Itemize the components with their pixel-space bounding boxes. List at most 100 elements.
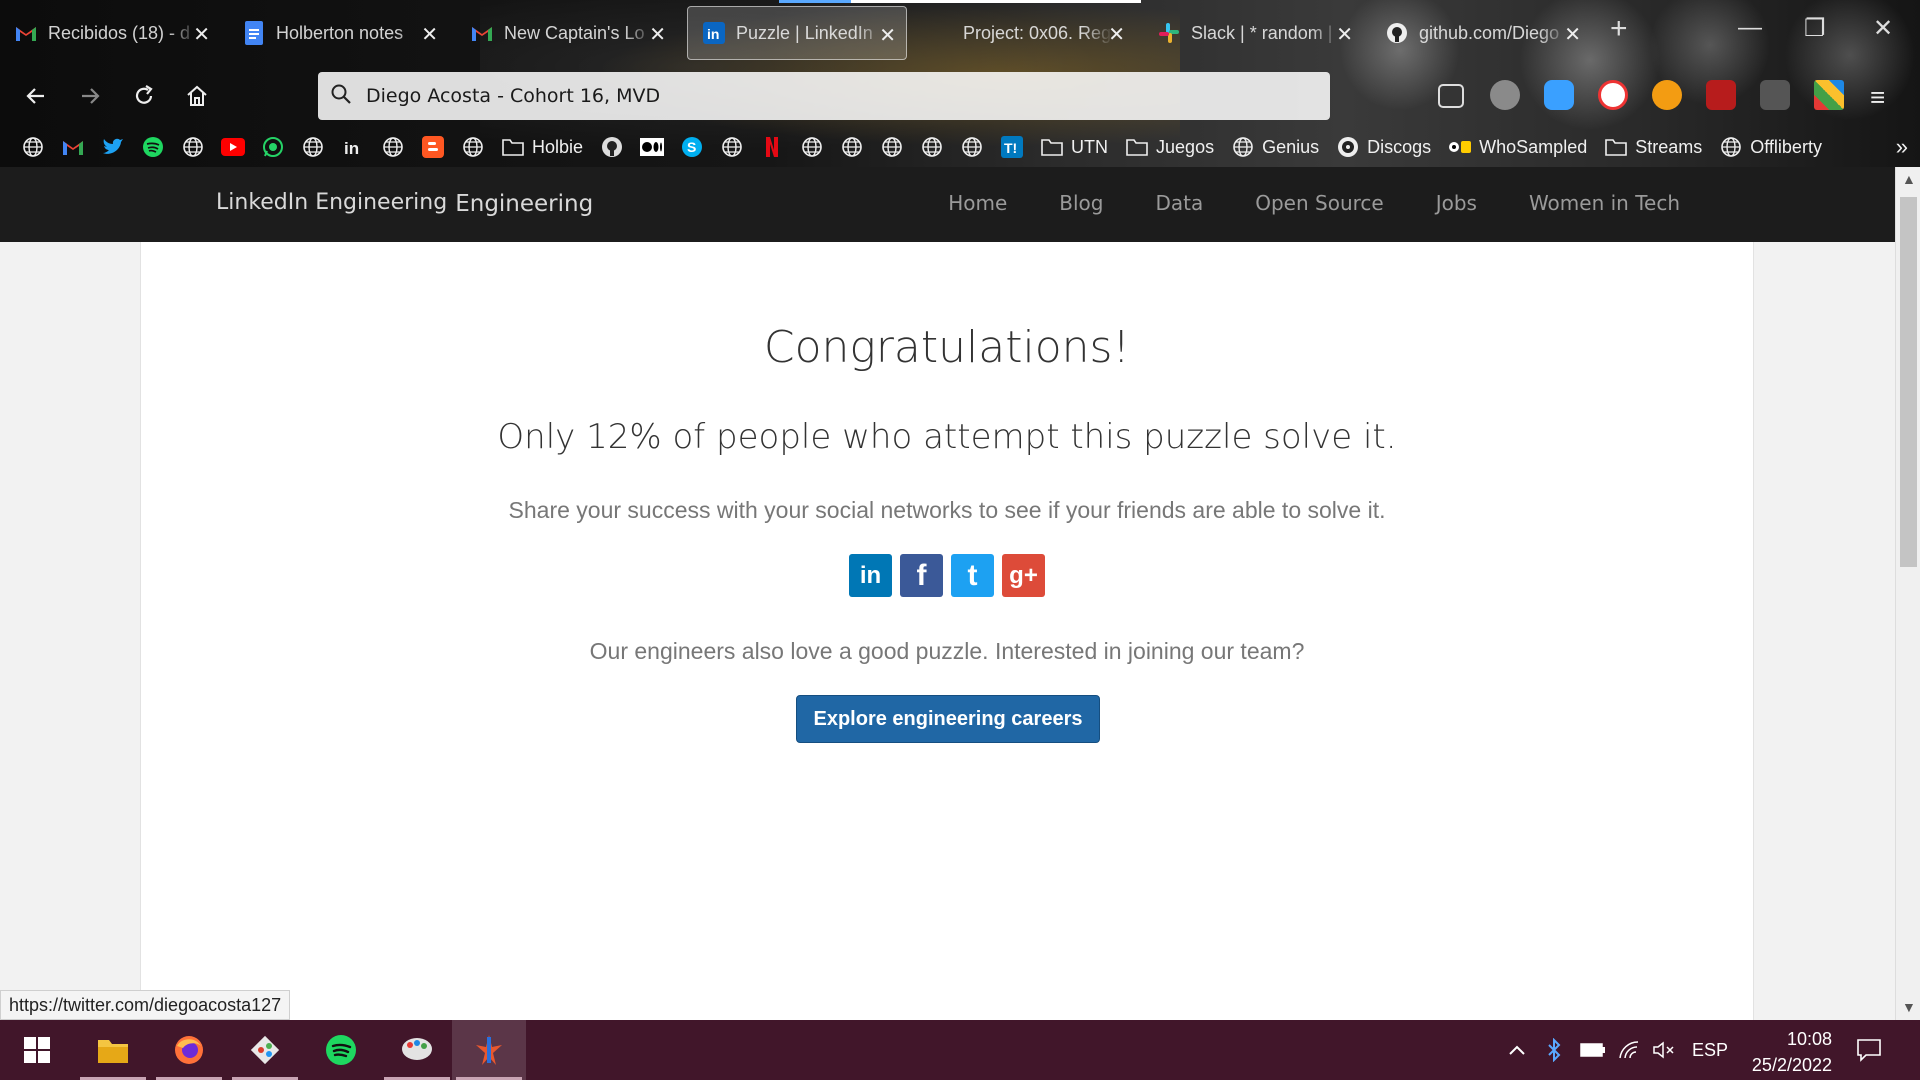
nav-link-open-source[interactable]: Open Source	[1255, 191, 1383, 215]
adblock-icon[interactable]	[1598, 80, 1628, 110]
nav-link-jobs[interactable]: Jobs	[1436, 191, 1477, 215]
bookmark-twitter[interactable]	[96, 130, 130, 164]
url-input[interactable]	[366, 85, 1266, 107]
bookmark-github[interactable]	[595, 130, 629, 164]
bookmark-utn[interactable]: UTN	[1035, 130, 1114, 164]
globe-icon	[879, 134, 905, 160]
new-tab-button[interactable]: +	[1610, 12, 1628, 46]
bookmark-globe[interactable]	[955, 130, 989, 164]
bookmark-gmail[interactable]	[56, 130, 90, 164]
vertical-scrollbar[interactable]: ▲ ▼	[1895, 167, 1920, 1020]
bookmark-globe[interactable]	[835, 130, 869, 164]
close-tab-icon[interactable]: ✕	[193, 22, 210, 47]
tab-gmail-captain[interactable]: New Captain's Lo ✕	[456, 6, 676, 60]
tab-slack-random[interactable]: Slack | * random | ✕	[1143, 6, 1363, 60]
bookmark-whatsapp[interactable]	[256, 130, 290, 164]
tab-gmail-inbox[interactable]: Recibidos (18) - d ✕	[0, 6, 220, 60]
bookmark-globe[interactable]	[915, 130, 949, 164]
bookmark-medium[interactable]	[635, 130, 669, 164]
site-nav-links: Home Blog Data Open Source Jobs Women in…	[896, 191, 1680, 215]
bookmark-globe[interactable]	[795, 130, 829, 164]
scrollbar-thumb[interactable]	[1900, 197, 1917, 567]
bookmark-globe[interactable]	[296, 130, 330, 164]
bookmark-netflix[interactable]	[755, 130, 789, 164]
taskbar-paint[interactable]	[380, 1020, 454, 1080]
bluetooth-icon[interactable]	[1546, 1020, 1562, 1080]
facebook-share-button[interactable]: f	[900, 554, 943, 597]
twitter-share-button[interactable]: t	[951, 554, 994, 597]
home-button[interactable]	[181, 80, 213, 112]
tab-title: Slack | * random |	[1191, 22, 1333, 43]
profile-avatar-icon[interactable]	[1490, 80, 1520, 110]
ghostery-icon[interactable]	[1544, 80, 1574, 110]
input-language-indicator[interactable]: ESP	[1692, 1020, 1728, 1080]
bookmark-globe[interactable]	[376, 130, 410, 164]
github-icon	[599, 134, 625, 160]
bookmark-linkedin[interactable]: in	[336, 130, 370, 164]
taskbar-spotify[interactable]	[304, 1020, 378, 1080]
taskbar-firefox[interactable]	[152, 1020, 226, 1080]
tab-holberton-project[interactable]: Project: 0x06. Reg ✕	[915, 6, 1135, 60]
menu-hamburger-icon[interactable]: ≡	[1870, 82, 1900, 112]
bookmark-skype[interactable]: S	[675, 130, 709, 164]
bookmark-globe[interactable]	[715, 130, 749, 164]
battery-icon[interactable]	[1580, 1020, 1606, 1080]
nav-link-women-in-tech[interactable]: Women in Tech	[1529, 191, 1680, 215]
bookmark-genius[interactable]: Genius	[1226, 130, 1325, 164]
tab-github[interactable]: github.com/Diego ✕	[1371, 6, 1591, 60]
bookmark-streams[interactable]: Streams	[1599, 130, 1708, 164]
close-tab-icon[interactable]: ✕	[879, 23, 896, 48]
nav-link-home[interactable]: Home	[948, 191, 1007, 215]
show-hidden-icons-button[interactable]	[1508, 1020, 1526, 1080]
explore-careers-button[interactable]: Explore engineering careers	[796, 695, 1100, 743]
honey-icon[interactable]	[1652, 80, 1682, 110]
color-picker-icon[interactable]	[1814, 80, 1844, 110]
bookmark-blogger[interactable]	[416, 130, 450, 164]
close-tab-icon[interactable]: ✕	[1336, 22, 1353, 47]
extension-icon[interactable]	[1760, 80, 1790, 110]
bookmark-trello[interactable]: T!	[995, 130, 1029, 164]
linkedin-share-button[interactable]: in	[849, 554, 892, 597]
back-button[interactable]	[20, 80, 52, 112]
nav-link-data[interactable]: Data	[1155, 191, 1203, 215]
system-clock[interactable]: 10:08 25/2/2022	[1738, 1026, 1832, 1078]
tab-linkedin-puzzle[interactable]: in Puzzle | LinkedIn ✕	[687, 6, 907, 60]
pocket-icon[interactable]	[1438, 84, 1464, 108]
volume-muted-icon[interactable]	[1652, 1020, 1676, 1080]
taskbar-file-explorer[interactable]	[76, 1020, 150, 1080]
bookmark-whosampled[interactable]: WhoSampled	[1443, 130, 1593, 164]
close-tab-icon[interactable]: ✕	[421, 22, 438, 47]
close-tab-icon[interactable]: ✕	[1108, 22, 1125, 47]
reload-button[interactable]	[128, 80, 160, 112]
bookmark-globe[interactable]	[16, 130, 50, 164]
bookmark-juegos[interactable]: Juegos	[1120, 130, 1220, 164]
forward-button[interactable]	[74, 80, 106, 112]
bookmark-globe[interactable]	[456, 130, 490, 164]
close-tab-icon[interactable]: ✕	[649, 22, 666, 47]
taskbar-git[interactable]	[228, 1020, 302, 1080]
maximize-button[interactable]: ❐	[1804, 14, 1826, 43]
bookmark-discogs[interactable]: Discogs	[1331, 130, 1437, 164]
bookmark-offliberty[interactable]: Offliberty	[1714, 130, 1828, 164]
google-plus-share-button[interactable]: g+	[1002, 554, 1045, 597]
minimize-button[interactable]: —	[1738, 14, 1762, 42]
wifi-icon[interactable]	[1618, 1020, 1642, 1080]
notifications-icon[interactable]	[1856, 1020, 1882, 1080]
bookmark-youtube[interactable]	[216, 130, 250, 164]
scroll-up-arrow-icon[interactable]: ▲	[1902, 171, 1916, 187]
bookmark-holbie[interactable]: Holbie	[496, 130, 589, 164]
site-brand[interactable]: LinkedIn Engineering Engineering	[216, 189, 593, 217]
nav-link-blog[interactable]: Blog	[1059, 191, 1103, 215]
address-bar[interactable]	[318, 72, 1330, 120]
bookmark-globe[interactable]	[176, 130, 210, 164]
close-window-button[interactable]: ✕	[1873, 14, 1893, 43]
scroll-down-arrow-icon[interactable]: ▼	[1902, 999, 1916, 1015]
ublock-icon[interactable]	[1706, 80, 1736, 110]
bookmark-spotify[interactable]	[136, 130, 170, 164]
bookmarks-overflow-button[interactable]: »	[1896, 130, 1908, 164]
close-tab-icon[interactable]: ✕	[1564, 22, 1581, 47]
bookmark-globe[interactable]	[875, 130, 909, 164]
tab-holberton-notes[interactable]: Holberton notes ✕	[228, 6, 448, 60]
taskbar-active-app[interactable]	[452, 1020, 526, 1080]
start-button[interactable]	[0, 1020, 74, 1080]
